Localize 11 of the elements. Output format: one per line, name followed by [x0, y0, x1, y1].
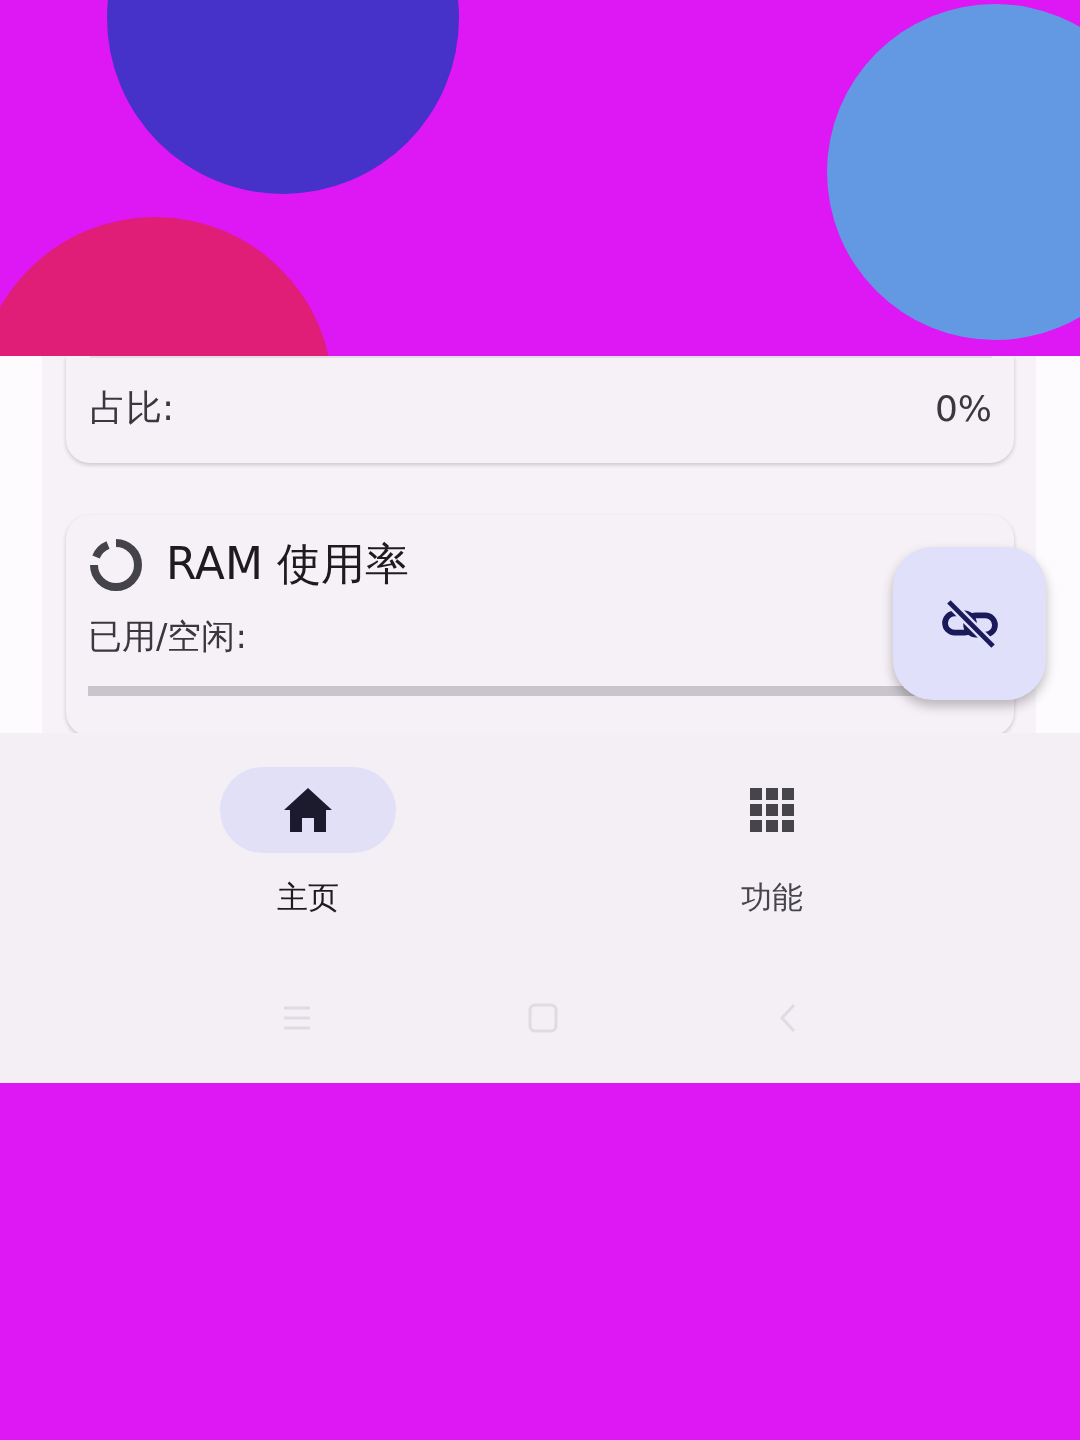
ram-title: RAM 使用率 — [166, 537, 409, 591]
loading-ring-icon — [88, 536, 144, 593]
grid-icon — [748, 788, 796, 832]
share-value: 0% — [934, 387, 992, 429]
home-icon — [284, 788, 332, 832]
used-free-label: 已用/空闲: — [88, 615, 247, 658]
nav-label: 功能 — [741, 878, 803, 917]
unlink-button[interactable] — [893, 547, 1046, 700]
nav-label: 主页 — [277, 878, 339, 917]
share-label: 占比: — [90, 385, 175, 430]
unlink-icon — [940, 599, 999, 648]
